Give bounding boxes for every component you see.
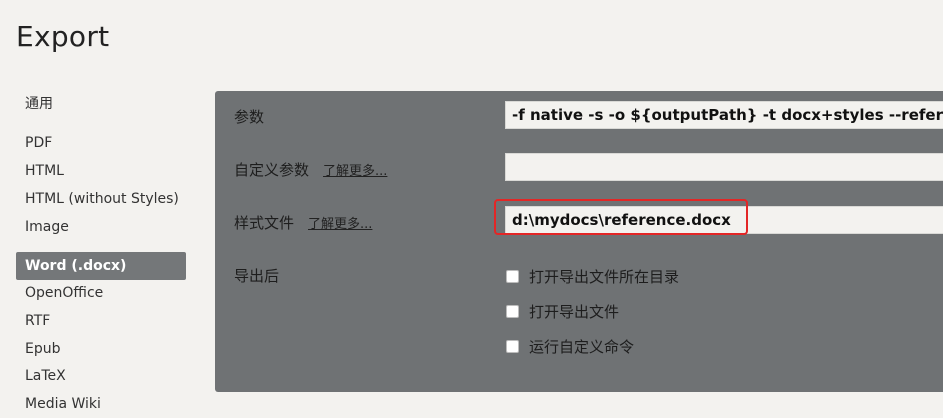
custom-params-input[interactable] (505, 153, 943, 181)
export-settings-panel: 参数 -f native -s -o ${outputPath} -t docx… (215, 91, 943, 392)
sidebar-item-pdf[interactable]: PDF (16, 129, 186, 157)
custom-params-label: 自定义参数 了解更多... (234, 159, 387, 180)
sidebar-item-word-docx[interactable]: Word (.docx) (16, 252, 186, 280)
sidebar-item-general[interactable]: 通用 (16, 90, 186, 118)
sidebar-item-epub[interactable]: Epub (16, 335, 186, 363)
style-file-learn-more-link[interactable]: 了解更多... (308, 213, 372, 232)
style-file-label-text: 样式文件 (234, 214, 295, 232)
custom-params-learn-more-link[interactable]: 了解更多... (323, 160, 387, 179)
page-title: Export (16, 20, 110, 53)
after-export-label-text: 导出后 (234, 267, 280, 285)
sidebar-item-media-wiki[interactable]: Media Wiki (16, 390, 186, 418)
sidebar-item-html[interactable]: HTML (16, 157, 186, 185)
run-command-label: 运行自定义命令 (529, 338, 635, 356)
custom-params-label-text: 自定义参数 (234, 161, 310, 179)
params-input[interactable]: -f native -s -o ${outputPath} -t docx+st… (505, 101, 943, 129)
open-file-label: 打开导出文件 (529, 303, 620, 321)
style-file-label: 样式文件 了解更多... (234, 212, 372, 233)
run-command-checkbox[interactable] (506, 340, 519, 353)
style-file-input[interactable]: d:\mydocs\reference.docx (505, 206, 943, 234)
sidebar-item-image[interactable]: Image (16, 213, 186, 241)
open-file-checkbox[interactable] (506, 305, 519, 318)
after-export-option-open-file[interactable]: 打开导出文件 (506, 301, 619, 322)
sidebar-item-openoffice[interactable]: OpenOffice (16, 279, 186, 307)
open-folder-checkbox[interactable] (506, 270, 519, 283)
open-folder-label: 打开导出文件所在目录 (529, 268, 680, 286)
sidebar-item-html-without-styles[interactable]: HTML (without Styles) (16, 185, 186, 213)
params-label-text: 参数 (234, 108, 265, 126)
after-export-option-open-folder[interactable]: 打开导出文件所在目录 (506, 266, 679, 287)
after-export-option-run-command[interactable]: 运行自定义命令 (506, 336, 634, 357)
after-export-label: 导出后 (234, 265, 279, 286)
params-label: 参数 (234, 106, 264, 127)
sidebar-item-rtf[interactable]: RTF (16, 307, 186, 335)
sidebar-item-latex[interactable]: LaTeX (16, 362, 186, 390)
